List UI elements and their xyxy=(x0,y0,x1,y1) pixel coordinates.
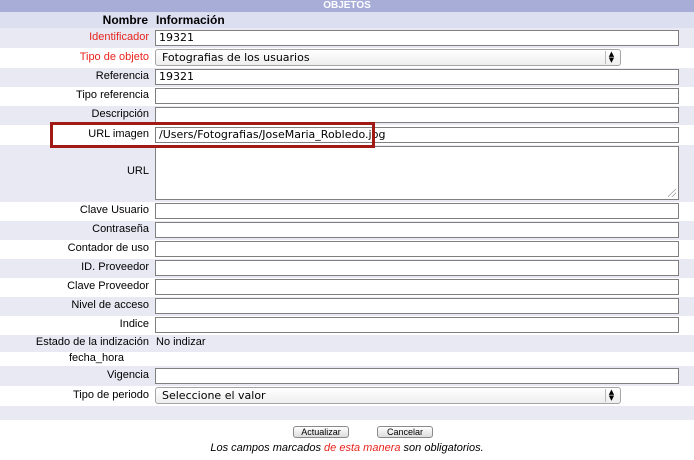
header-name: Nombre xyxy=(102,13,148,27)
tipo-periodo-select[interactable]: Seleccione el valor ▲ ▼ xyxy=(155,387,621,404)
row-estado-indizacion: Estado de la indización No indizar xyxy=(0,335,694,352)
update-button[interactable]: Actualizar xyxy=(293,426,349,438)
row-nivel-acceso: Nivel de acceso xyxy=(0,297,694,316)
row-vigencia: Vigencia xyxy=(0,366,694,386)
select-arrows-icon: ▲ ▼ xyxy=(605,51,617,64)
row-indice: Indice xyxy=(0,316,694,335)
row-contrasena: Contraseña xyxy=(0,221,694,240)
label-estado-indizacion: Estado de la indización xyxy=(35,336,149,348)
label-vigencia: Vigencia xyxy=(107,369,149,381)
row-descripcion: Descripción xyxy=(0,106,694,125)
url-imagen-input[interactable]: /Users/Fotografias/JoseMaria_Robledo.jpg xyxy=(155,127,679,143)
row-tipo-referencia: Tipo referencia xyxy=(0,87,694,106)
label-contrasena: Contraseña xyxy=(92,223,149,235)
label-nivel-acceso: Nivel de acceso xyxy=(71,299,149,311)
label-referencia: Referencia xyxy=(95,70,149,82)
label-clave-usuario: Clave Usuario xyxy=(79,204,149,216)
clave-proveedor-input[interactable] xyxy=(155,279,679,295)
contrasena-input[interactable] xyxy=(155,222,679,238)
required-fields-note: Los campos marcados de esta manera son o… xyxy=(0,442,694,454)
descripcion-input[interactable] xyxy=(155,107,679,123)
row-clave-usuario: Clave Usuario xyxy=(0,202,694,221)
indice-input[interactable] xyxy=(155,317,679,333)
label-tipo-objeto: Tipo de objeto xyxy=(79,51,149,63)
row-url-imagen: URL imagen /Users/Fotografias/JoseMaria_… xyxy=(0,125,694,145)
tipo-referencia-input[interactable] xyxy=(155,88,679,104)
label-descripcion: Descripción xyxy=(91,108,149,120)
label-clave-proveedor: Clave Proveedor xyxy=(67,280,149,292)
label-contador-uso: Contador de uso xyxy=(67,242,149,254)
resize-grip-icon[interactable] xyxy=(668,189,676,197)
section-title: OBJETOS xyxy=(0,0,694,12)
note-text-red: de esta manera xyxy=(324,442,401,454)
label-url-imagen: URL imagen xyxy=(88,128,149,140)
tipo-objeto-value: Fotografias de los usuarios xyxy=(162,51,310,64)
vigencia-input[interactable] xyxy=(155,368,679,384)
tipo-objeto-select[interactable]: Fotografias de los usuarios ▲ ▼ xyxy=(155,49,621,66)
row-fecha-hora: fecha_hora xyxy=(0,352,694,366)
label-tipo-periodo: Tipo de periodo xyxy=(72,389,149,401)
identificador-input[interactable]: 19321 xyxy=(155,30,679,46)
form-footer-band xyxy=(0,406,694,420)
row-url: URL xyxy=(0,145,694,202)
note-text-after: son obligatorios. xyxy=(400,442,484,454)
row-tipo-objeto: Tipo de objeto Fotografias de los usuari… xyxy=(0,48,694,68)
id-proveedor-input[interactable] xyxy=(155,260,679,276)
estado-indizacion-value: No indizar xyxy=(156,336,206,348)
cancel-button[interactable]: Cancelar xyxy=(377,426,433,438)
label-id-proveedor: ID. Proveedor xyxy=(81,261,149,273)
column-header: Nombre Información xyxy=(0,12,694,28)
row-id-proveedor: ID. Proveedor xyxy=(0,259,694,278)
referencia-input[interactable]: 19321 xyxy=(155,69,679,85)
label-fecha-hora: fecha_hora xyxy=(68,352,124,364)
url-textarea[interactable] xyxy=(155,146,679,200)
header-info: Información xyxy=(156,13,225,27)
clave-usuario-input[interactable] xyxy=(155,203,679,219)
tipo-periodo-value: Seleccione el valor xyxy=(162,389,266,402)
select-arrows-icon: ▲ ▼ xyxy=(605,389,617,402)
row-clave-proveedor: Clave Proveedor xyxy=(0,278,694,297)
label-identificador: Identificador xyxy=(89,31,149,43)
note-text-before: Los campos marcados xyxy=(210,442,325,454)
row-contador-uso: Contador de uso xyxy=(0,240,694,259)
row-referencia: Referencia 19321 xyxy=(0,68,694,87)
label-indice: Indice xyxy=(119,318,149,330)
row-identificador: Identificador 19321 xyxy=(0,28,694,48)
label-url: URL xyxy=(126,165,149,177)
nivel-acceso-input[interactable] xyxy=(155,298,679,314)
label-tipo-referencia: Tipo referencia xyxy=(76,89,149,101)
row-tipo-periodo: Tipo de periodo Seleccione el valor ▲ ▼ xyxy=(0,386,694,406)
contador-uso-input[interactable] xyxy=(155,241,679,257)
